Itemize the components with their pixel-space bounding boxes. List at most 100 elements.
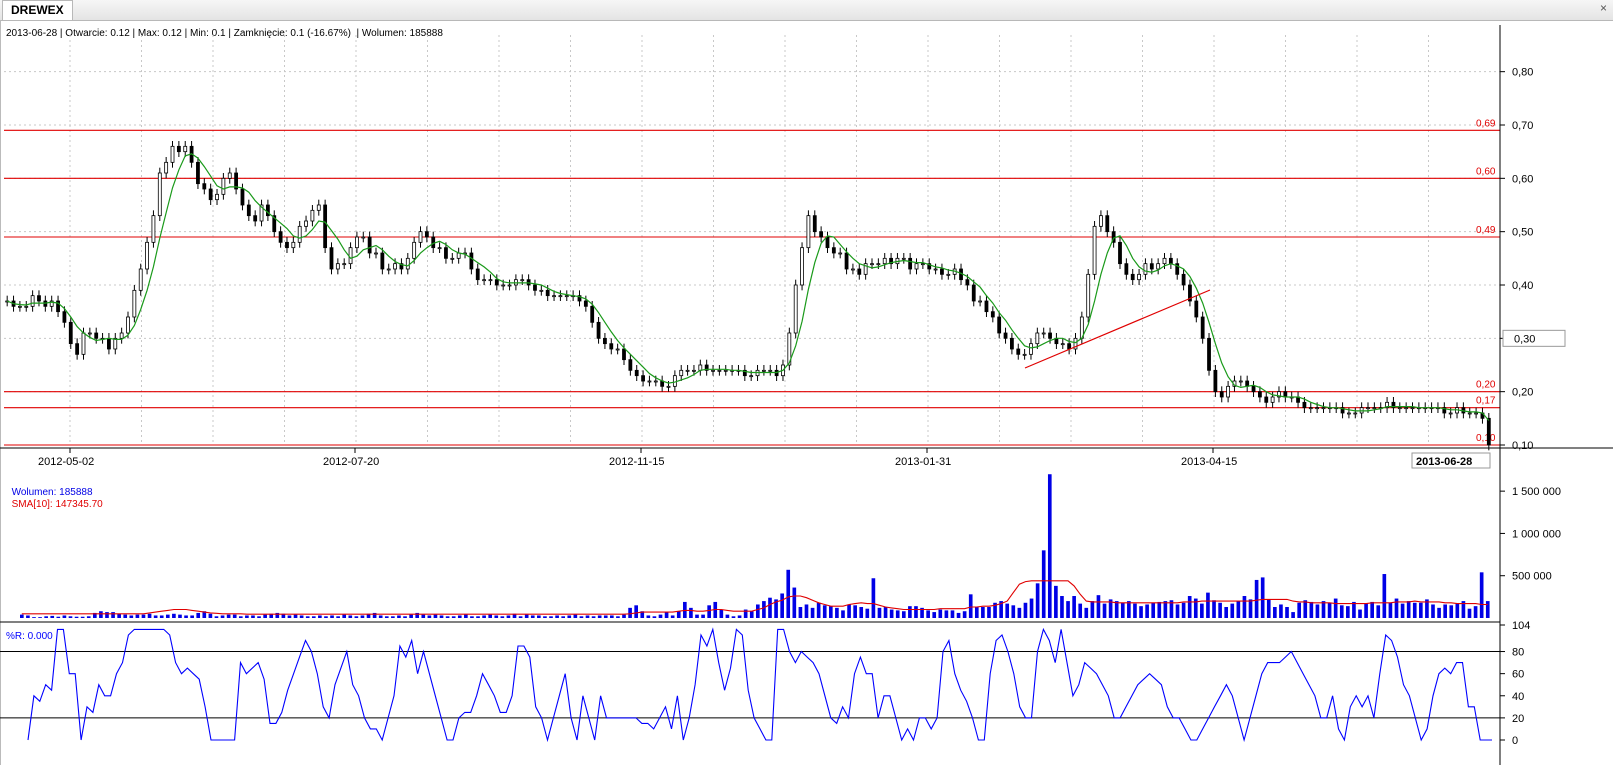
volume-bar [1054, 585, 1058, 618]
volume-bar [178, 614, 182, 618]
volume-bar [695, 614, 699, 618]
volume-bar [1412, 602, 1417, 618]
tab-drewex[interactable]: DREWEX [2, 0, 73, 20]
volume-bar [749, 611, 754, 618]
candle-body [1410, 407, 1415, 410]
candle-body [882, 257, 887, 265]
candle-body [310, 209, 315, 222]
volume-bar [786, 569, 791, 618]
volume-bar [670, 615, 675, 618]
close-icon[interactable]: × [1600, 1, 1607, 15]
candle-body [17, 305, 22, 308]
volume-bar [981, 607, 985, 618]
volume-bar [1352, 601, 1356, 618]
volume-bar [293, 614, 298, 618]
candle-body [1060, 343, 1065, 346]
volume-bar [1485, 601, 1490, 618]
candle-body [456, 252, 461, 259]
candle-body [545, 289, 550, 297]
candle-body [870, 263, 874, 266]
volume-bar [822, 605, 827, 618]
volume-bar [311, 616, 316, 618]
candle-body [1035, 332, 1040, 345]
volume-bar [1096, 595, 1101, 618]
volume-bar [658, 614, 663, 618]
volume-bar [117, 613, 121, 618]
volume-bar [676, 611, 681, 618]
volume-bar [56, 616, 61, 618]
volume-bar [1187, 596, 1192, 618]
volume-bar [251, 615, 255, 618]
x-tick-label: 2012-11-15 [609, 456, 664, 468]
candle-body [984, 300, 989, 313]
volume-bar [835, 607, 839, 618]
volume-bar [780, 593, 784, 618]
candle-body [851, 268, 855, 271]
volume-bar [1206, 592, 1210, 618]
volume-bar [105, 612, 109, 618]
grid [4, 35, 1500, 446]
candle-body [1137, 273, 1141, 281]
candle-body [1251, 385, 1256, 393]
price-tick-label: 0,40 [1512, 280, 1533, 292]
volume-bar [1120, 602, 1125, 618]
candle-body [1474, 412, 1479, 415]
candle-body [653, 380, 658, 383]
candle-body [1181, 273, 1186, 286]
volume-bar [184, 615, 188, 618]
candle-body [87, 332, 92, 335]
chart-svg[interactable]: 0,69 0,60 0,49 0,20 0,17 0,10 0,80 0,70 0,60 0,5… [0, 20, 1613, 765]
volume-bar [1145, 604, 1149, 618]
candle-body [431, 236, 436, 249]
volume-bar [488, 614, 493, 618]
candle-body [533, 284, 537, 291]
wr-tick-label: 60 [1512, 669, 1524, 681]
candle-body [494, 279, 499, 286]
volume-bar [1041, 550, 1046, 618]
volume-bar [871, 578, 876, 618]
volume-bar [883, 607, 888, 618]
volume-bar [859, 607, 864, 618]
volume-bar [549, 616, 553, 618]
volume-bar [889, 609, 894, 618]
trend-line[interactable] [1024, 289, 1211, 369]
candle-body [412, 241, 417, 259]
candle-body [901, 257, 906, 260]
volume-bar [305, 616, 310, 618]
price-tick-label: 0,20 [1512, 387, 1533, 399]
price-tick-label: 0,10 [1512, 440, 1533, 452]
volume-bar [32, 617, 36, 618]
candle-body [323, 204, 328, 249]
volume-bar [1358, 609, 1362, 618]
volume-bar [1133, 603, 1137, 618]
candle-body [520, 279, 525, 282]
candle-body [634, 369, 639, 377]
candle-body [768, 369, 773, 372]
last-date-label: 2013-06-28 [1416, 456, 1472, 468]
candle-body [596, 321, 601, 339]
volume-bar [701, 614, 705, 618]
candle-body [405, 257, 410, 270]
candle-body [1168, 257, 1173, 265]
candle-body [68, 321, 73, 345]
volume-bar [877, 607, 882, 618]
volume-bar [1151, 602, 1156, 618]
volume-bar [725, 614, 730, 618]
candle-body [151, 215, 156, 243]
volume-bar [950, 610, 955, 618]
candle-body [539, 289, 544, 292]
volume-bar [689, 607, 693, 618]
price-tick-label: 0,50 [1512, 227, 1533, 239]
x-tick-label: 2012-07-20 [323, 456, 379, 468]
volume-bar [573, 614, 578, 618]
volume-bar [1346, 606, 1350, 618]
volume-bar [524, 614, 529, 618]
x-tick-label: 2012-05-02 [38, 456, 94, 468]
wr-tick-label: 40 [1512, 691, 1524, 703]
volume-bar [585, 615, 590, 618]
candle-body [946, 273, 951, 276]
volume-bar [1431, 604, 1435, 618]
candle-body [215, 193, 219, 201]
candle-body [1067, 343, 1072, 350]
candle-body [145, 241, 149, 270]
